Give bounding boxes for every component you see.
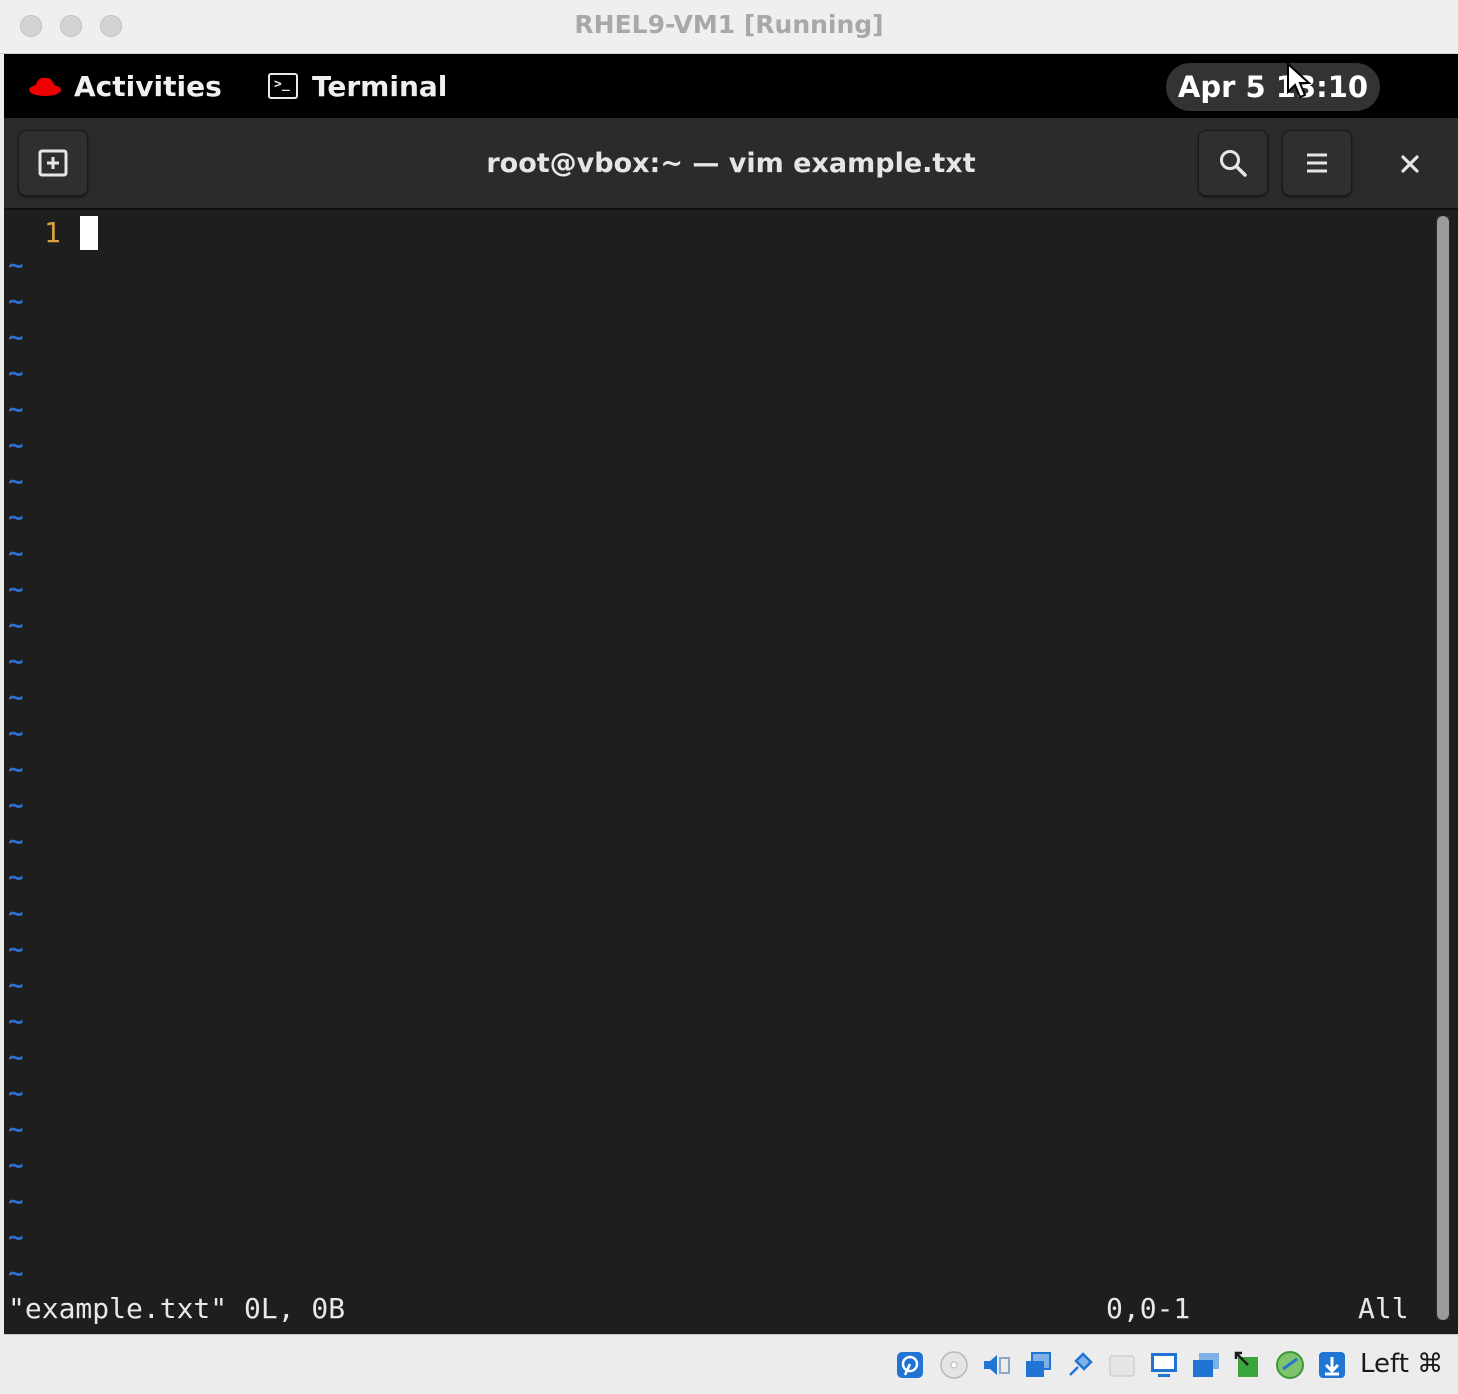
- terminal-scrollbar[interactable]: [1436, 216, 1450, 1320]
- vim-tilde-line: ~: [8, 395, 24, 425]
- app-menu-label: Terminal: [312, 69, 448, 103]
- vim-tilde-line: ~: [8, 791, 24, 821]
- vim-tilde-line: ~: [8, 431, 24, 461]
- vim-line-number: 1: [44, 216, 61, 249]
- hamburger-menu-icon: [1307, 153, 1327, 173]
- network-icon[interactable]: [1022, 1349, 1054, 1381]
- close-icon: [1401, 155, 1419, 173]
- vim-tilde-line: ~: [8, 251, 24, 281]
- close-terminal-button[interactable]: [1390, 144, 1430, 184]
- vim-tilde-line: ~: [8, 863, 24, 893]
- window-title: RHEL9-VM1 [Running]: [574, 10, 884, 39]
- vim-file-info: "example.txt" 0L, 0B: [8, 1292, 346, 1325]
- host-key-label: Left ⌘: [1360, 1349, 1444, 1379]
- search-icon: [1220, 150, 1247, 177]
- terminal-headerbar: root@vbox:~ — vim example.txt: [4, 118, 1458, 210]
- vim-statusline: "example.txt" 0L, 0B 0,0-1 All: [8, 1292, 1428, 1328]
- vim-tilde-line: ~: [8, 1007, 24, 1037]
- virtualbox-window: RHEL9-VM1 [Running] Activities >_ Termin…: [0, 0, 1458, 1394]
- text-cursor: [80, 216, 98, 250]
- vim-tilde-line: ~: [8, 1043, 24, 1073]
- shared-folders-icon[interactable]: [1106, 1349, 1138, 1381]
- menu-button[interactable]: [1282, 130, 1352, 196]
- audio-icon[interactable]: [980, 1349, 1012, 1381]
- vim-tilde-line: ~: [8, 899, 24, 929]
- vim-tilde-line: ~: [8, 287, 24, 317]
- optical-drive-icon[interactable]: [938, 1349, 970, 1381]
- vim-tilde-line: ~: [8, 1115, 24, 1145]
- vim-cursor-position: 0,0-1: [1106, 1292, 1191, 1325]
- redhat-logo-icon: [29, 77, 61, 96]
- activities-label: Activities: [74, 69, 222, 103]
- vim-tilde-line: ~: [8, 575, 24, 605]
- cpu-icon[interactable]: [1274, 1349, 1306, 1381]
- scrollbar-thumb[interactable]: [1437, 216, 1449, 1320]
- display-icon[interactable]: [1148, 1349, 1180, 1381]
- download-icon[interactable]: [1316, 1349, 1348, 1381]
- vim-tilde-line: ~: [8, 647, 24, 677]
- vim-empty-lines: ~ ~ ~ ~ ~ ~ ~ ~ ~ ~ ~ ~ ~ ~ ~ ~ ~ ~ ~ ~ ~ ~ ~ ~ ~ ~ ~ ~ ~: [8, 248, 24, 1292]
- recording-icon[interactable]: [1190, 1349, 1222, 1381]
- vim-tilde-line: ~: [8, 1079, 24, 1109]
- vim-tilde-line: ~: [8, 359, 24, 389]
- activities-button[interactable]: Activities: [28, 68, 222, 104]
- vim-tilde-line: ~: [8, 683, 24, 713]
- terminal-window: root@vbox:~ — vim example.txt 1 ~ ~ ~ ~ …: [4, 118, 1458, 1334]
- usb-icon[interactable]: [1064, 1349, 1096, 1381]
- terminal-app-icon: >_: [268, 73, 298, 99]
- clock-button[interactable]: Apr 5 13:10: [1166, 63, 1380, 111]
- mouse-integration-icon[interactable]: [1232, 1349, 1264, 1381]
- hard-disk-icon[interactable]: [894, 1349, 926, 1381]
- vim-tilde-line: ~: [8, 719, 24, 749]
- vim-tilde-line: ~: [8, 539, 24, 569]
- vim-tilde-line: ~: [8, 611, 24, 641]
- virtualbox-statusbar: Left ⌘: [4, 1334, 1458, 1394]
- vim-tilde-line: ~: [8, 1151, 24, 1181]
- mouse-pointer-icon: [1287, 62, 1312, 99]
- search-button[interactable]: [1198, 130, 1268, 196]
- vim-tilde-line: ~: [8, 971, 24, 1001]
- vim-tilde-line: ~: [8, 827, 24, 857]
- app-menu-terminal[interactable]: >_ Terminal: [268, 68, 447, 104]
- vim-tilde-line: ~: [8, 323, 24, 353]
- gnome-top-bar: Activities >_ Terminal Apr 5 13:10: [4, 54, 1458, 118]
- vim-tilde-line: ~: [8, 1223, 24, 1253]
- vim-tilde-line: ~: [8, 1259, 24, 1289]
- window-titlebar[interactable]: RHEL9-VM1 [Running]: [0, 0, 1458, 54]
- vim-tilde-line: ~: [8, 755, 24, 785]
- vim-scroll-position: All: [1358, 1292, 1409, 1325]
- vim-tilde-line: ~: [8, 503, 24, 533]
- terminal-content[interactable]: 1 ~ ~ ~ ~ ~ ~ ~ ~ ~ ~ ~ ~ ~ ~ ~ ~ ~ ~ ~ ~ ~ ~ ~ ~ ~ ~ ~ ~ ~ "example…: [4, 212, 1458, 1334]
- vim-tilde-line: ~: [8, 935, 24, 965]
- vim-tilde-line: ~: [8, 1187, 24, 1217]
- vim-tilde-line: ~: [8, 467, 24, 497]
